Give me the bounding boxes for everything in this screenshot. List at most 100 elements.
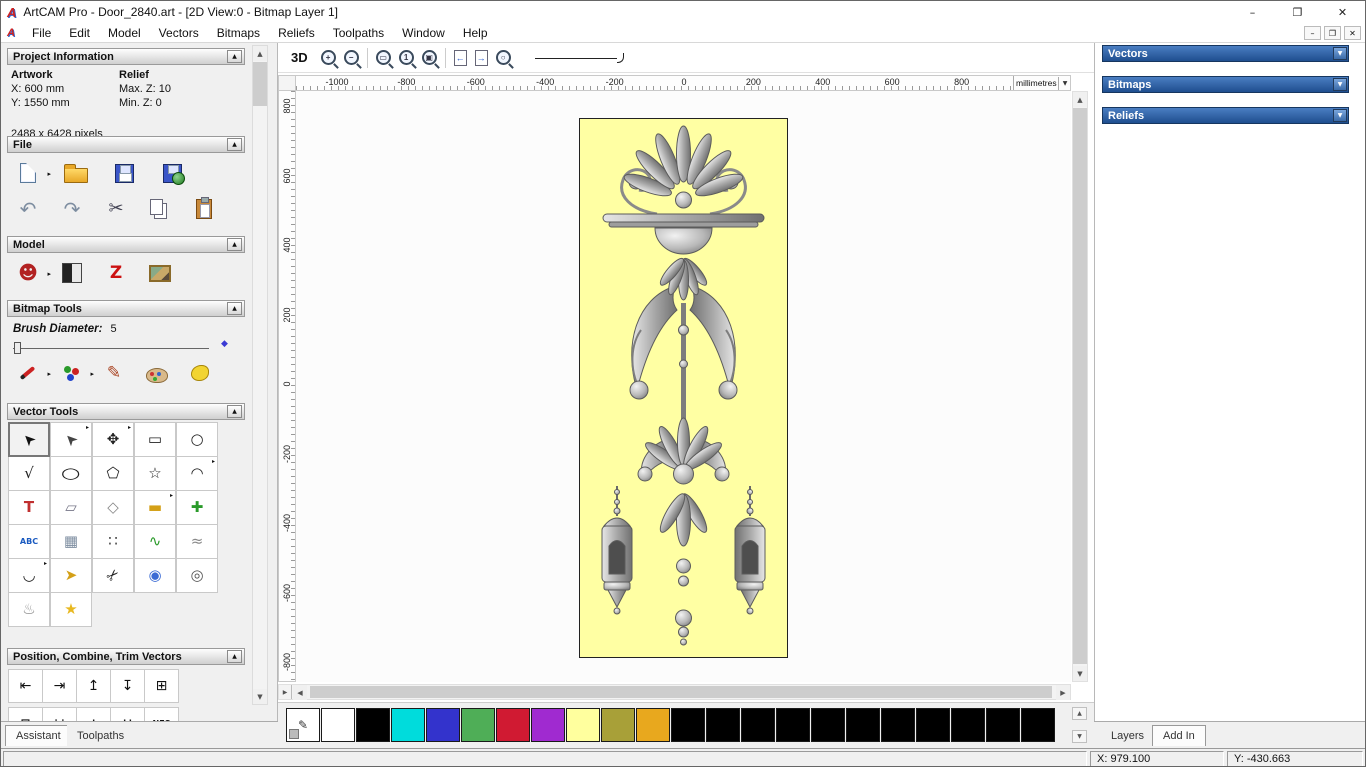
palette-swatch-20[interactable] — [1021, 708, 1055, 742]
mdi-close-icon[interactable]: ✕ — [1344, 26, 1361, 40]
collapse-icon[interactable]: ▲ — [227, 138, 242, 151]
assistant-scrollbar[interactable]: ▲ ▼ — [252, 45, 268, 705]
create-rhombus-icon[interactable]: ◇ — [92, 490, 134, 525]
menu-model[interactable]: Model — [99, 23, 150, 42]
canvas-horizontal-scrollbar[interactable]: ▶ ◀ ▶ — [278, 684, 1071, 700]
palette-swatch-15[interactable] — [846, 708, 880, 742]
menu-file[interactable]: File — [23, 23, 60, 42]
flood-fill-icon[interactable] — [185, 359, 215, 387]
palette-swatch-18[interactable] — [951, 708, 985, 742]
vector-direction-icon[interactable]: ➤ — [50, 558, 92, 593]
restore-icon[interactable]: ❐ — [1275, 1, 1320, 23]
colour-palette-icon[interactable] — [142, 359, 172, 387]
palette-swatch-14[interactable] — [811, 708, 845, 742]
align-bottom-icon[interactable]: ↧ — [110, 669, 145, 703]
paste-in-position-icon[interactable]: ✚ — [176, 490, 218, 525]
slider-track[interactable] — [13, 348, 209, 349]
create-arc-icon[interactable]: ◠ ▸ — [176, 456, 218, 491]
vectors-dropdown-icon[interactable]: ▼ — [1333, 47, 1347, 60]
scroll-up-icon[interactable]: ▲ — [253, 46, 267, 61]
menu-help[interactable]: Help — [454, 23, 497, 42]
collapse-icon[interactable]: ▲ — [227, 650, 242, 663]
units-dropdown-icon[interactable]: ▼ — [1058, 76, 1069, 90]
drawing-canvas[interactable] — [296, 91, 1071, 682]
bitmaps-layer-header[interactable]: Bitmaps ▼ — [1102, 76, 1349, 93]
palette-swatch-16[interactable] — [881, 708, 915, 742]
mdi-minimize-icon[interactable]: – — [1304, 26, 1321, 40]
offset-vectors-icon[interactable]: ▱ — [50, 490, 92, 525]
magic-star-icon[interactable]: ★ — [50, 592, 92, 627]
palette-swatch-10[interactable] — [671, 708, 705, 742]
collapse-icon[interactable]: ▲ — [227, 238, 242, 251]
brush-diameter-slider[interactable] — [13, 341, 209, 355]
next-view-icon[interactable]: → — [474, 49, 488, 66]
snap-target-icon[interactable]: ◎ — [176, 558, 218, 593]
menu-bitmaps[interactable]: Bitmaps — [208, 23, 269, 42]
draw-pencil-icon[interactable]: ✎ — [99, 359, 129, 387]
menu-window[interactable]: Window — [393, 23, 454, 42]
text-block-icon[interactable]: ABC — [8, 524, 50, 559]
create-rectangle-icon[interactable]: ▭ — [134, 422, 176, 457]
paste-icon[interactable] — [189, 195, 219, 223]
point-distribution-icon[interactable]: ∷ — [92, 524, 134, 559]
zoom-fit-icon[interactable]: ▣ — [421, 50, 437, 65]
create-star-icon[interactable]: ☆ — [134, 456, 176, 491]
create-polyline-icon[interactable]: √ — [8, 456, 50, 491]
zoom-in-icon[interactable]: + — [320, 50, 336, 65]
scroll-right-icon[interactable]: ▶ — [1056, 685, 1070, 700]
palette-swatch-12[interactable] — [741, 708, 775, 742]
new-model-icon[interactable]: ▸ — [13, 159, 51, 187]
palette-scroll-up-icon[interactable]: ▲ — [1072, 707, 1087, 720]
paint-selected-colour-icon[interactable]: ▸ — [56, 359, 94, 387]
palette-swatch-17[interactable] — [916, 708, 950, 742]
cut-icon[interactable]: ✂ — [101, 195, 131, 223]
palette-swatch-8[interactable] — [601, 708, 635, 742]
toggle-3d-view-button[interactable]: 3D — [286, 49, 313, 66]
nesting-icon[interactable]: NES — [144, 707, 179, 721]
scroll-left-icon[interactable]: ◀ — [293, 685, 307, 700]
menu-vectors[interactable]: Vectors — [150, 23, 208, 42]
collapse-icon[interactable]: ▲ — [227, 405, 242, 418]
fit-curve-icon[interactable]: ∿ — [134, 524, 176, 559]
zoom-out-icon[interactable]: − — [343, 50, 359, 65]
create-sphere-icon[interactable]: ◉ — [134, 558, 176, 593]
palette-swatch-2[interactable] — [391, 708, 425, 742]
transform-vectors-icon[interactable]: ✥ ▸ — [92, 422, 134, 457]
reliefs-dropdown-icon[interactable]: ▼ — [1333, 109, 1347, 122]
scroll-up-icon[interactable]: ▲ — [1073, 92, 1087, 107]
scroll-down-icon[interactable]: ▼ — [253, 689, 267, 704]
close-icon[interactable]: ✕ — [1320, 1, 1365, 23]
text-in-box-icon[interactable]: ▦ — [50, 524, 92, 559]
palette-swatch-0[interactable] — [321, 708, 355, 742]
greyscale-view-icon[interactable] — [57, 259, 87, 287]
paint-brush-icon[interactable]: ▸ — [13, 359, 51, 387]
node-editing-icon[interactable]: ➤ ▸ — [50, 422, 92, 457]
pane-splitter-handle[interactable]: ▶ — [279, 685, 292, 699]
vector-boundary-icon[interactable]: ♨ — [8, 592, 50, 627]
zoom-window-icon[interactable]: ▭ — [375, 50, 391, 65]
open-model-icon[interactable] — [61, 159, 91, 187]
vertical-scroll-thumb[interactable] — [1073, 108, 1087, 664]
relief-wizard-icon[interactable]: ☻ ▸ — [13, 259, 51, 287]
mdi-restore-icon[interactable]: ❐ — [1324, 26, 1341, 40]
collapse-icon[interactable]: ▲ — [227, 50, 242, 63]
scroll-thumb[interactable] — [253, 62, 267, 106]
tab-add-in[interactable]: Add In — [1152, 725, 1206, 746]
collapse-icon[interactable]: ▲ — [227, 302, 242, 315]
palette-swatch-11[interactable] — [706, 708, 740, 742]
palette-swatch-9[interactable] — [636, 708, 670, 742]
slice-vectors-icon[interactable]: ∴ — [76, 707, 111, 721]
reliefs-layer-header[interactable]: Reliefs ▼ — [1102, 107, 1349, 124]
wave-distort-icon[interactable]: ≈ — [176, 524, 218, 559]
create-ellipse-icon[interactable]: ○ — [50, 456, 92, 491]
join-close-vectors-icon[interactable]: ◡ ▸ — [8, 558, 50, 593]
undo-icon[interactable]: ↶ — [13, 195, 43, 223]
create-text-icon[interactable]: T — [8, 490, 50, 525]
palette-scroll-down-icon[interactable]: ▼ — [1072, 730, 1087, 743]
weld-vectors-icon[interactable]: ⊓ — [8, 707, 43, 721]
palette-swatch-3[interactable] — [426, 708, 460, 742]
save-model-icon[interactable] — [109, 159, 139, 187]
tab-toolpaths[interactable]: Toolpaths — [67, 725, 135, 746]
vectors-layer-header[interactable]: Vectors ▼ — [1102, 45, 1349, 62]
copy-icon[interactable] — [145, 195, 175, 223]
